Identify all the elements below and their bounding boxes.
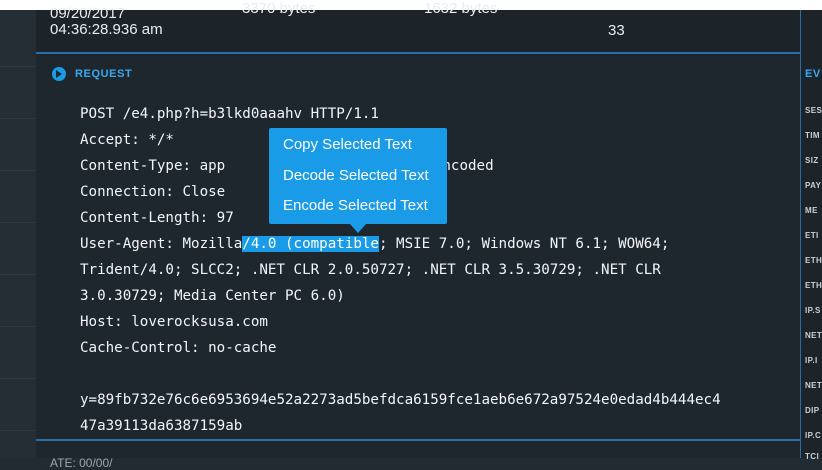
detail-field-label: SIZ [805, 156, 819, 165]
detail-field-label: NET [805, 381, 822, 390]
request-line: Trident/4.0; SLCC2; .NET CLR 2.0.50727; … [80, 262, 661, 278]
rail-divider [0, 378, 36, 379]
decode-selected-text-item[interactable]: Decode Selected Text [283, 167, 429, 184]
section-separator [36, 439, 800, 441]
arrow-circle-right-icon[interactable] [52, 67, 66, 81]
rail-divider [0, 274, 36, 275]
right-details-pane: EV SES TIM SIZ PAY ME ETI ETH ETH IP.S N… [800, 10, 822, 461]
detail-field-label: IP.C [805, 431, 822, 440]
request-section-title: REQUEST [75, 68, 133, 80]
detail-field-label: TCI [805, 452, 820, 461]
detail-field-label: ETH [805, 256, 822, 265]
request-line: 3.0.30729; Media Center PC 6.0) [80, 288, 345, 304]
detail-field-label: IP.I [805, 356, 818, 365]
copy-selected-text-item[interactable]: Copy Selected Text [283, 136, 412, 153]
event-summary-row[interactable]: 09/20/2017 04:36:28.936 am 3370 bytes 16… [36, 0, 800, 52]
event-timestamp: 09/20/2017 04:36:28.936 am [50, 6, 163, 38]
details-pane-title: EV [805, 68, 821, 80]
detail-field-label: ME [805, 206, 818, 215]
request-line: Cache-Control: no-cache [80, 340, 277, 356]
request-line: POST /e4.php?h=b3lkd0aaahv HTTP/1.1 [80, 106, 379, 122]
detail-field-label: DIP [805, 406, 820, 415]
selection-context-menu: Copy Selected Text Decode Selected Text … [269, 128, 447, 233]
request-line: y=89fb732e76c6e6953694e52a2273ad5befdca6… [80, 392, 721, 408]
rail-divider [0, 222, 36, 223]
detail-field-label: ETI [805, 231, 819, 240]
event-time: 04:36:28.936 am [50, 21, 163, 38]
header-content-length: Content-Length: 9 [80, 210, 226, 226]
next-row-text: ATE: 00/00/ [50, 456, 113, 470]
left-rail [0, 10, 37, 458]
header-content-type: Content-Type: app [80, 158, 226, 174]
detail-field-label: PAY [805, 181, 822, 190]
response-size: 1632 bytes [424, 0, 498, 17]
detail-field-label: SES [805, 106, 822, 115]
request-size: 3370 bytes [242, 0, 316, 17]
header-user-agent-tail: ; MSIE 7.0; Windows NT 6.1; WOW64; [378, 236, 670, 252]
event-count: 33 [608, 22, 625, 39]
request-line: User-Agent: Mozilla/4.0 (compatible; MSI… [80, 231, 780, 257]
header-content-length-tail: 7 [225, 210, 234, 226]
section-separator [36, 52, 800, 54]
event-detail-panel: 09/20/2017 04:36:28.936 am 3370 bytes 16… [36, 0, 800, 470]
detail-field-label: ETH [805, 281, 822, 290]
rail-divider [0, 430, 36, 431]
request-section-header[interactable]: REQUEST [52, 66, 132, 82]
detail-field-label: IP.S [805, 306, 821, 315]
header-user-agent: User-Agent: Mozilla [80, 236, 243, 252]
request-line: Host: loverocksusa.com [80, 314, 268, 330]
detail-field-label: NET [805, 331, 822, 340]
rail-divider [0, 326, 36, 327]
selected-text[interactable]: /4.0 (compatible [242, 236, 379, 252]
detail-field-label: TIM [805, 131, 820, 140]
rail-divider [0, 170, 36, 171]
rail-divider [0, 66, 36, 67]
request-line: 47a39113da6387159ab [80, 418, 243, 434]
encode-selected-text-item[interactable]: Encode Selected Text [283, 197, 428, 214]
rail-divider [0, 118, 36, 119]
event-date: 09/20/2017 [50, 5, 126, 22]
